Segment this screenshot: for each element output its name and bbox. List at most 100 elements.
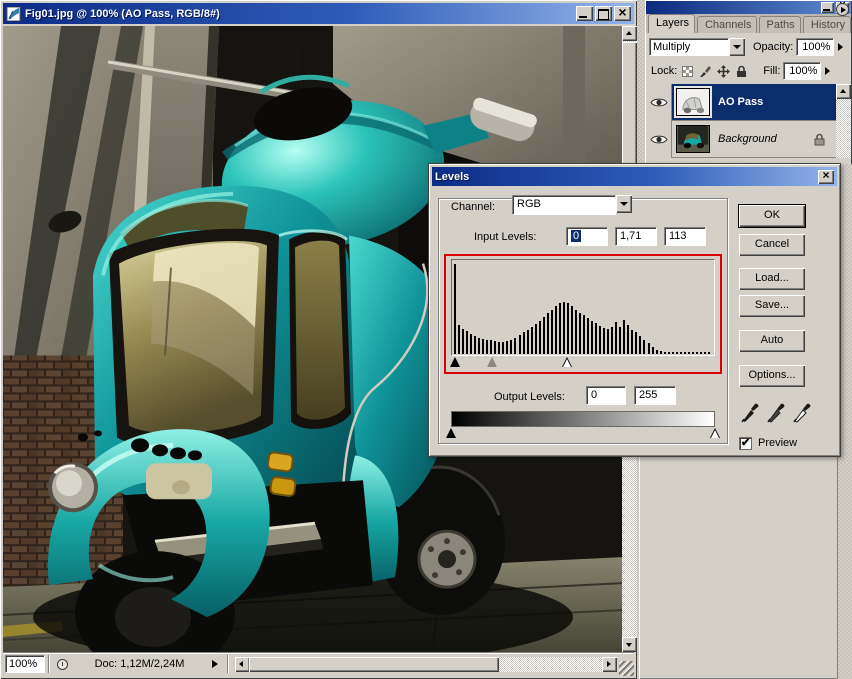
clock-icon (57, 659, 68, 670)
lock-transparency-button[interactable] (680, 64, 695, 79)
output-white-slider[interactable] (710, 428, 720, 438)
scroll-left-button[interactable] (235, 657, 250, 672)
scroll-right-button[interactable] (602, 657, 617, 672)
horizontal-scrollbar[interactable] (235, 657, 617, 672)
tab-history[interactable]: History (803, 16, 851, 33)
cancel-button[interactable]: Cancel (739, 234, 805, 256)
status-menu-button[interactable] (209, 658, 222, 671)
levels-titlebar[interactable]: Levels (432, 167, 837, 186)
output-gradient-bar (451, 411, 715, 427)
histogram-bar (567, 303, 569, 354)
histogram-bar (688, 352, 690, 354)
scroll-up-button[interactable] (836, 84, 851, 99)
histogram-bar (498, 342, 500, 354)
histogram-bar (559, 303, 561, 354)
horizontal-scroll-thumb[interactable] (249, 657, 499, 672)
palette-menu-button[interactable] (836, 3, 849, 16)
gray-eyedropper-icon (767, 401, 787, 423)
lock-row: Lock: Fill: 100% (646, 60, 851, 82)
doc-size-info: Doc: 1,12M/2,24M (72, 658, 207, 670)
fill-slider-button[interactable] (821, 62, 833, 80)
white-eyedropper-icon (793, 401, 813, 423)
layer-lock-icon (814, 133, 825, 146)
histogram-bar (643, 340, 645, 354)
output-white-field[interactable]: 255 (634, 386, 676, 405)
histogram-bar (648, 343, 650, 354)
tab-channels[interactable]: Channels (697, 16, 757, 33)
histogram-bar (466, 331, 468, 354)
layer-row-background[interactable]: Background (646, 121, 837, 158)
histogram-bar (478, 338, 480, 354)
histogram-bar (680, 352, 682, 354)
black-point-eyedropper[interactable] (741, 401, 763, 423)
zoom-input[interactable]: 100% (5, 655, 45, 673)
load-button[interactable]: Load... (739, 268, 805, 290)
histogram-bar (623, 320, 625, 354)
tab-paths[interactable]: Paths (759, 16, 801, 33)
input-white-field[interactable]: 113 (664, 227, 706, 246)
histogram-bar (519, 335, 521, 354)
layer-thumbnail[interactable] (676, 88, 710, 116)
histogram-bar (607, 329, 609, 354)
opacity-input[interactable]: 100% (796, 38, 834, 56)
input-white-slider[interactable] (562, 357, 572, 367)
histogram-bar (615, 322, 617, 354)
histogram-bar (668, 352, 670, 354)
blend-mode-select[interactable]: Multiply (649, 38, 729, 56)
gray-point-eyedropper[interactable] (767, 401, 789, 423)
ok-button[interactable]: OK (739, 205, 805, 227)
preview-checkbox[interactable] (739, 437, 752, 450)
dialog-close-button[interactable] (818, 170, 834, 184)
fill-input[interactable]: 100% (783, 62, 821, 80)
opacity-slider-button[interactable] (834, 38, 846, 56)
tab-layers[interactable]: Layers (648, 14, 695, 33)
input-black-slider[interactable] (450, 357, 460, 367)
palette-minimize-button[interactable] (821, 2, 834, 13)
histogram-bar (684, 352, 686, 354)
auto-button[interactable]: Auto (739, 330, 805, 352)
options-button[interactable]: Options... (739, 365, 805, 387)
lock-all-button[interactable] (734, 64, 749, 79)
output-slider-track[interactable] (451, 428, 715, 440)
layer-list-scrollbar[interactable] (836, 84, 851, 158)
output-black-slider[interactable] (446, 428, 456, 438)
histogram-bar (506, 341, 508, 354)
lock-label: Lock: (651, 65, 677, 77)
resize-grip[interactable] (619, 661, 634, 676)
input-black-field[interactable]: 0 (566, 227, 608, 246)
histogram-bar (587, 318, 589, 354)
close-button[interactable] (614, 6, 631, 21)
divider (48, 655, 50, 673)
input-slider-track[interactable] (451, 357, 715, 369)
histogram-bar (631, 330, 633, 354)
histogram-bar (672, 352, 674, 354)
histogram-bars (454, 261, 712, 354)
histogram-bar (454, 264, 456, 354)
channel-value: RGB (512, 195, 616, 215)
output-black-field[interactable]: 0 (586, 386, 626, 405)
maximize-button[interactable] (595, 6, 612, 21)
scroll-up-button[interactable] (622, 26, 637, 41)
output-levels-label: Output Levels: (492, 390, 567, 404)
visibility-toggle[interactable] (646, 121, 672, 158)
input-gamma-field[interactable]: 1,71 (615, 227, 657, 246)
scroll-down-button[interactable] (622, 637, 637, 652)
padlock-icon (736, 65, 747, 78)
histogram-bar (676, 352, 678, 354)
white-point-eyedropper[interactable] (793, 401, 815, 423)
input-gray-slider[interactable] (487, 357, 497, 367)
layer-thumbnail[interactable] (676, 125, 710, 153)
minimize-button[interactable] (576, 6, 593, 21)
visibility-toggle[interactable] (646, 84, 672, 121)
histogram-bar (696, 352, 698, 354)
save-button[interactable]: Save... (739, 295, 805, 317)
palette-titlebar[interactable] (646, 1, 851, 14)
channel-dropdown[interactable]: RGB (512, 195, 632, 215)
blend-mode-dropdown-button[interactable] (729, 38, 745, 56)
document-titlebar[interactable]: Fig01.jpg @ 100% (AO Pass, RGB/8#) (3, 3, 634, 24)
lock-position-button[interactable] (716, 64, 731, 79)
histogram-bar (539, 321, 541, 354)
layer-row-ao-pass[interactable]: AO Pass (646, 84, 837, 121)
lock-pixels-button[interactable] (698, 64, 713, 79)
layer-list: AO Pass Background (646, 84, 851, 158)
